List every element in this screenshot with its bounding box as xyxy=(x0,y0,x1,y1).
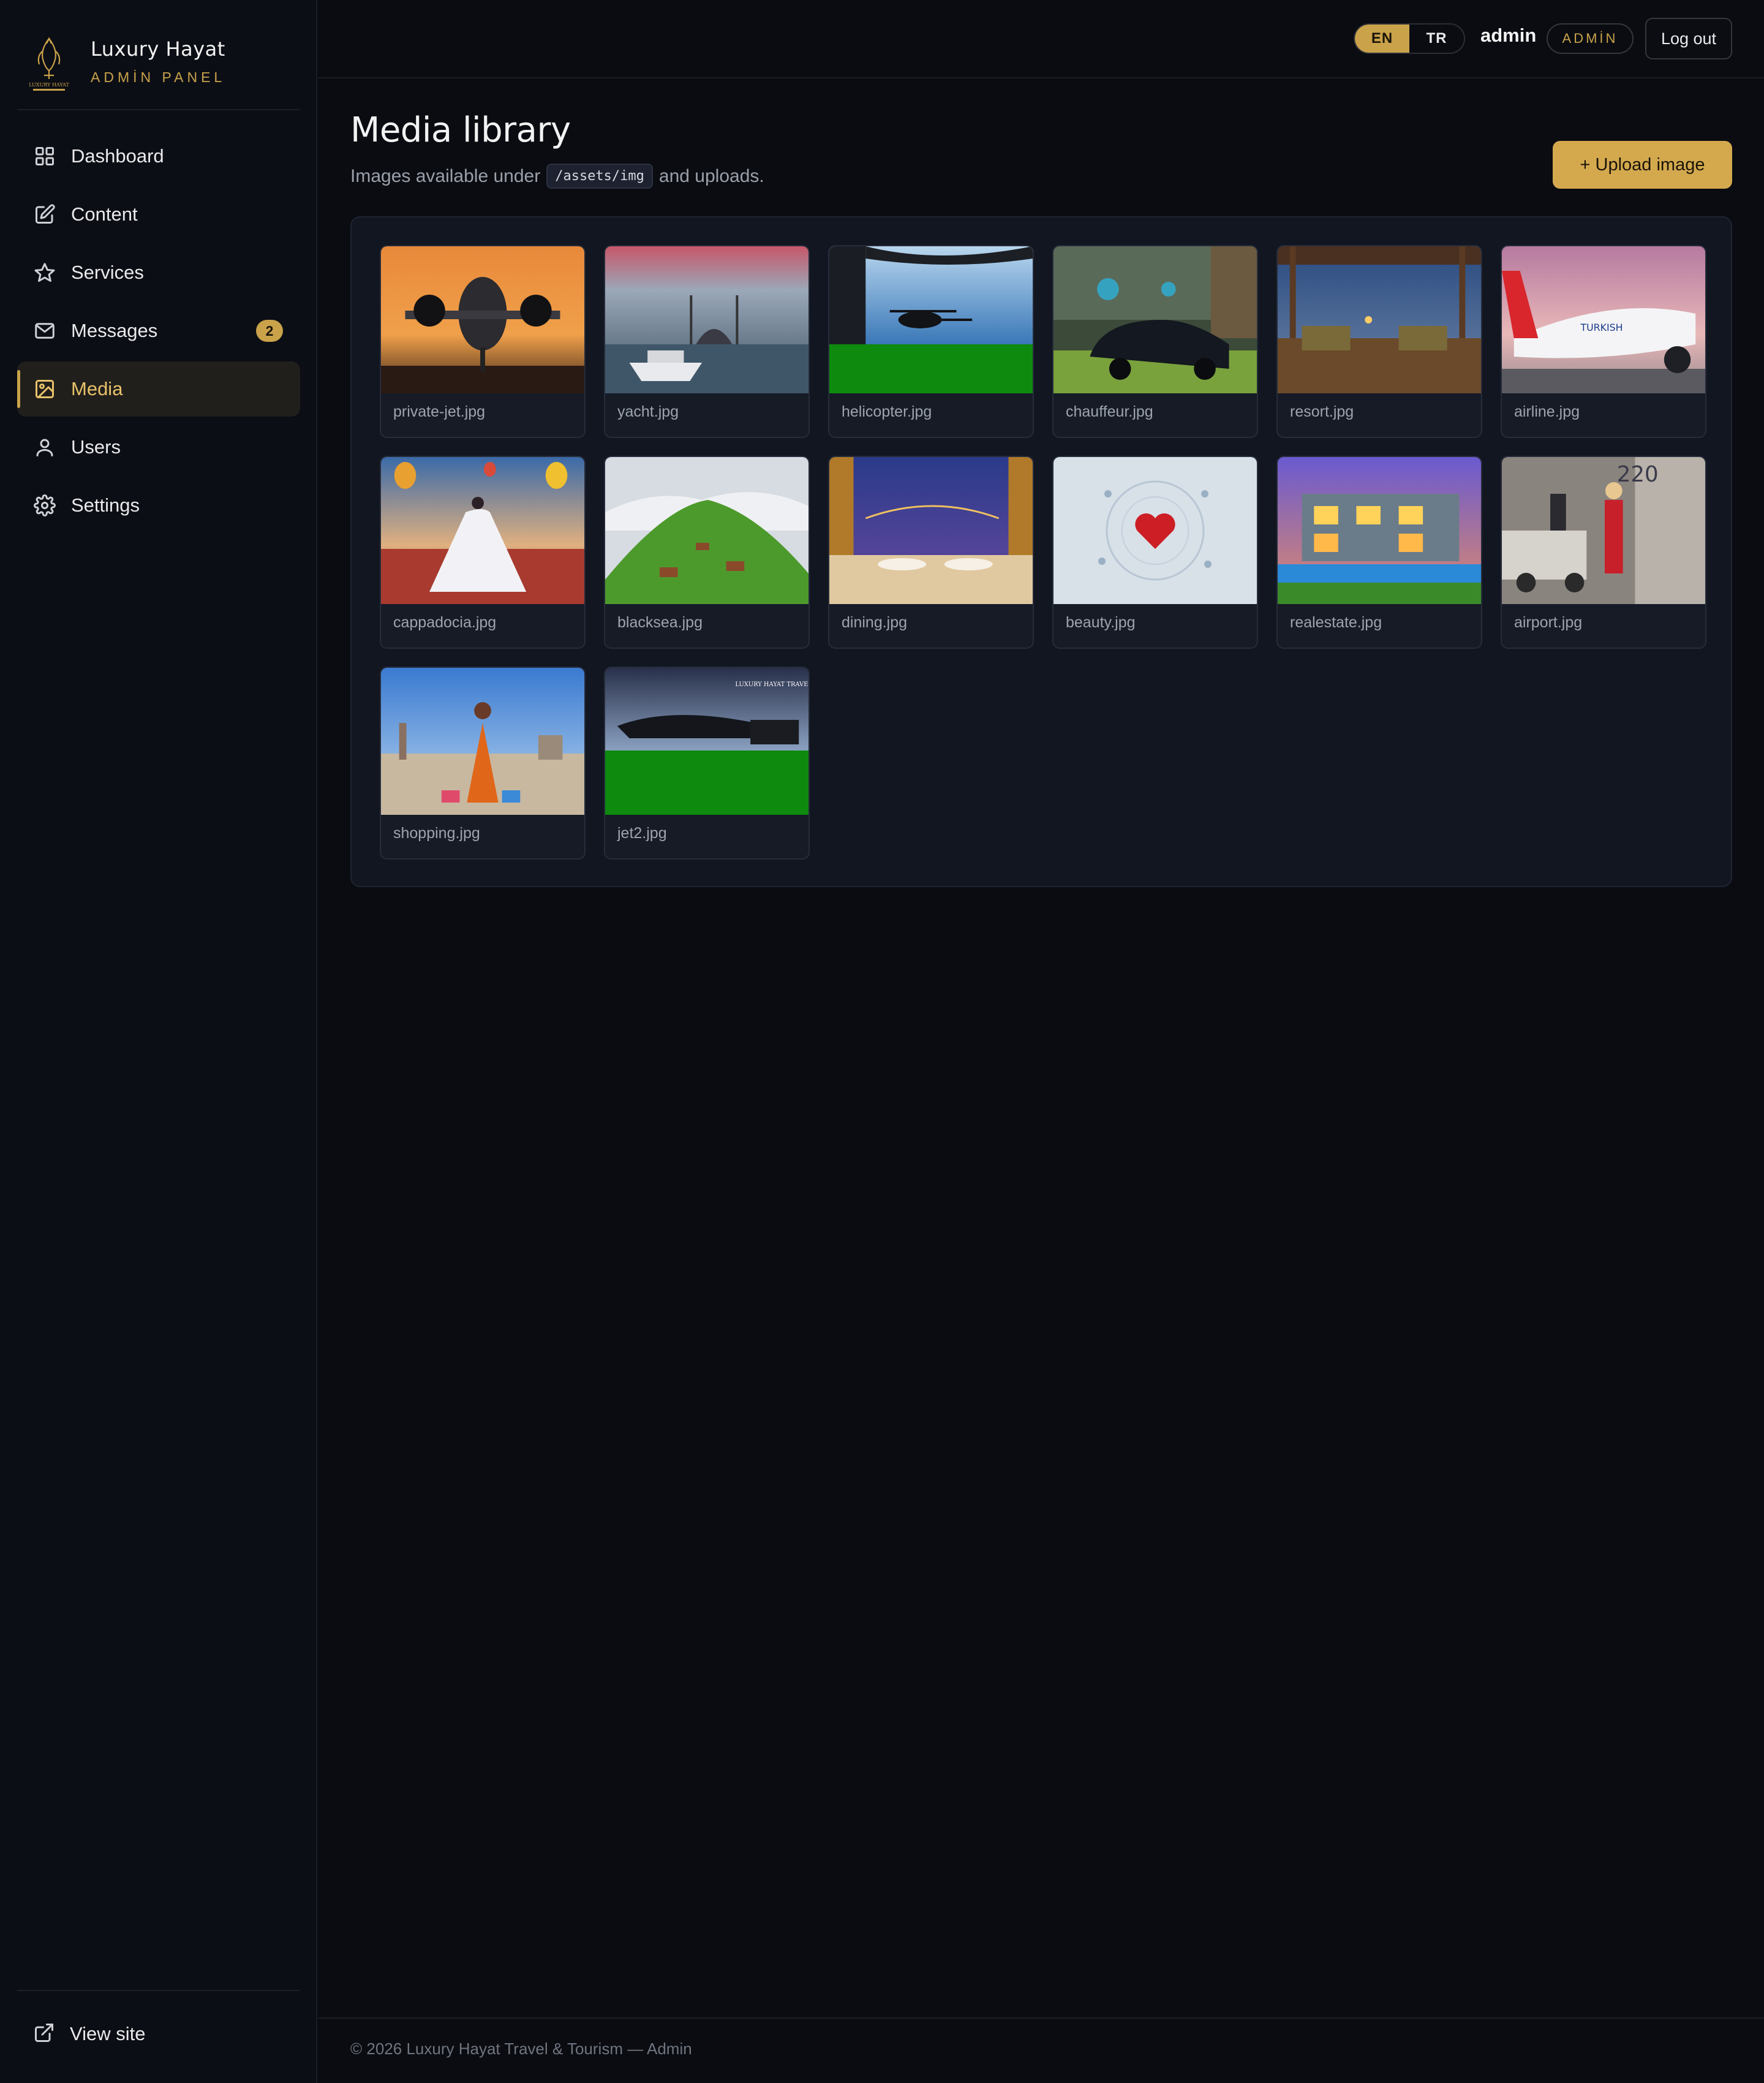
sidebar-nav: Dashboard Content Services Messages 2 Me… xyxy=(17,129,300,536)
sidebar-item-media[interactable]: Media xyxy=(17,361,300,417)
media-filename: dining.jpg xyxy=(842,614,908,631)
media-thumbnail xyxy=(1054,457,1257,604)
upload-image-button[interactable]: + Upload image xyxy=(1553,141,1732,189)
media-thumbnail xyxy=(381,668,584,815)
brand[interactable]: LUXURY HAYAT Luxury Hayat ADMİN PANEL xyxy=(17,17,300,110)
sidebar-item-content[interactable]: Content xyxy=(17,187,300,242)
media-thumbnail: 220 xyxy=(1502,457,1705,604)
topbar: EN TR admin ADMİN Log out xyxy=(318,0,1764,78)
media-card[interactable]: blacksea.jpg xyxy=(604,456,810,649)
media-thumbnail xyxy=(381,246,584,393)
gear-icon xyxy=(33,494,56,517)
sidebar-item-services[interactable]: Services xyxy=(17,245,300,300)
media-card[interactable]: 220 airport.jpg xyxy=(1501,456,1706,649)
lang-en-button[interactable]: EN xyxy=(1355,25,1409,53)
media-card[interactable]: helicopter.jpg xyxy=(828,245,1034,438)
sidebar-item-label: Messages xyxy=(71,320,158,341)
media-filename: helicopter.jpg xyxy=(842,403,932,420)
sidebar-footer: View site xyxy=(17,1990,300,2058)
subtitle-text: Images available under xyxy=(350,165,541,186)
media-filename: blacksea.jpg xyxy=(617,614,703,631)
username: admin xyxy=(1480,25,1537,46)
view-site-label: View site xyxy=(70,2023,146,2044)
media-filename: jet2.jpg xyxy=(617,825,667,842)
media-thumbnail xyxy=(605,457,809,604)
media-card[interactable]: realestate.jpg xyxy=(1276,456,1482,649)
subtitle-text: and uploads. xyxy=(658,165,764,186)
media-filename: chauffeur.jpg xyxy=(1066,403,1153,420)
sidebar: LUXURY HAYAT Luxury Hayat ADMİN PANEL Da… xyxy=(0,0,317,2083)
svg-text:LUXURY HAYAT TRAVEL: LUXURY HAYAT TRAVEL xyxy=(735,681,809,688)
media-thumbnail xyxy=(829,457,1033,604)
sidebar-item-label: Settings xyxy=(71,494,140,516)
messages-count-badge: 2 xyxy=(256,320,283,342)
page-footer: © 2026 Luxury Hayat Travel & Tourism — A… xyxy=(318,2017,1764,2083)
media-card[interactable]: beauty.jpg xyxy=(1052,456,1258,649)
media-filename: beauty.jpg xyxy=(1066,614,1136,631)
media-card[interactable]: TURKISH airline.jpg xyxy=(1501,245,1706,438)
media-thumbnail xyxy=(1278,246,1481,393)
sidebar-item-settings[interactable]: Settings xyxy=(17,478,300,533)
image-icon xyxy=(33,377,56,401)
language-switcher: EN TR xyxy=(1354,23,1465,54)
media-thumbnail: TURKISH xyxy=(1502,246,1705,393)
grid-icon xyxy=(33,145,56,168)
assets-path-code: /assets/img xyxy=(546,164,653,189)
svg-text:LUXURY HAYAT: LUXURY HAYAT xyxy=(29,82,69,88)
sidebar-item-dashboard[interactable]: Dashboard xyxy=(17,129,300,184)
svg-text:220: 220 xyxy=(1617,462,1659,487)
external-link-icon xyxy=(33,2022,55,2047)
media-grid-panel: private-jet.jpg yacht.jpg helicopter.jpg… xyxy=(350,216,1732,887)
media-card[interactable]: LUXURY HAYAT TRAVEL jet2.jpg xyxy=(604,667,810,860)
sidebar-item-label: Media xyxy=(71,378,123,399)
media-card[interactable]: yacht.jpg xyxy=(604,245,810,438)
media-filename: airline.jpg xyxy=(1514,403,1580,420)
sidebar-item-label: Users xyxy=(71,436,121,458)
page-title: Media library xyxy=(350,110,571,150)
view-site-link[interactable]: View site xyxy=(17,2009,300,2058)
media-filename: cappadocia.jpg xyxy=(393,614,497,631)
media-card[interactable]: cappadocia.jpg xyxy=(380,456,586,649)
page-subtitle: Images available under /assets/img and u… xyxy=(350,164,764,189)
media-thumbnail xyxy=(1054,246,1257,393)
sidebar-item-label: Content xyxy=(71,203,138,225)
user-icon xyxy=(33,436,56,459)
media-card[interactable]: shopping.jpg xyxy=(380,667,586,860)
role-badge: ADMİN xyxy=(1547,23,1634,54)
media-thumbnail xyxy=(829,246,1033,393)
media-card[interactable]: private-jet.jpg xyxy=(380,245,586,438)
brand-subtitle: ADMİN PANEL xyxy=(91,69,226,85)
brand-title: Luxury Hayat xyxy=(91,37,225,61)
media-filename: shopping.jpg xyxy=(393,825,480,842)
mail-icon xyxy=(33,319,56,342)
media-filename: private-jet.jpg xyxy=(393,403,486,420)
media-thumbnail xyxy=(381,457,584,604)
media-filename: airport.jpg xyxy=(1514,614,1583,631)
brand-logo: LUXURY HAYAT xyxy=(17,29,81,97)
media-filename: resort.jpg xyxy=(1290,403,1354,420)
svg-text:TURKISH: TURKISH xyxy=(1580,322,1623,333)
lang-tr-button[interactable]: TR xyxy=(1409,25,1464,53)
media-filename: yacht.jpg xyxy=(617,403,679,420)
logout-button[interactable]: Log out xyxy=(1645,18,1732,59)
sidebar-item-messages[interactable]: Messages 2 xyxy=(17,303,300,358)
media-filename: realestate.jpg xyxy=(1290,614,1382,631)
media-card[interactable]: resort.jpg xyxy=(1276,245,1482,438)
edit-icon xyxy=(33,203,56,226)
sidebar-item-label: Dashboard xyxy=(71,145,164,167)
media-thumbnail: LUXURY HAYAT TRAVEL xyxy=(605,668,809,815)
sidebar-item-users[interactable]: Users xyxy=(17,420,300,475)
copyright-text: © 2026 Luxury Hayat Travel & Tourism — A… xyxy=(350,2040,692,2058)
media-thumbnail xyxy=(1278,457,1481,604)
media-card[interactable]: chauffeur.jpg xyxy=(1052,245,1258,438)
sidebar-item-label: Services xyxy=(71,262,144,283)
star-icon xyxy=(33,261,56,284)
media-thumbnail xyxy=(605,246,809,393)
media-card[interactable]: dining.jpg xyxy=(828,456,1034,649)
